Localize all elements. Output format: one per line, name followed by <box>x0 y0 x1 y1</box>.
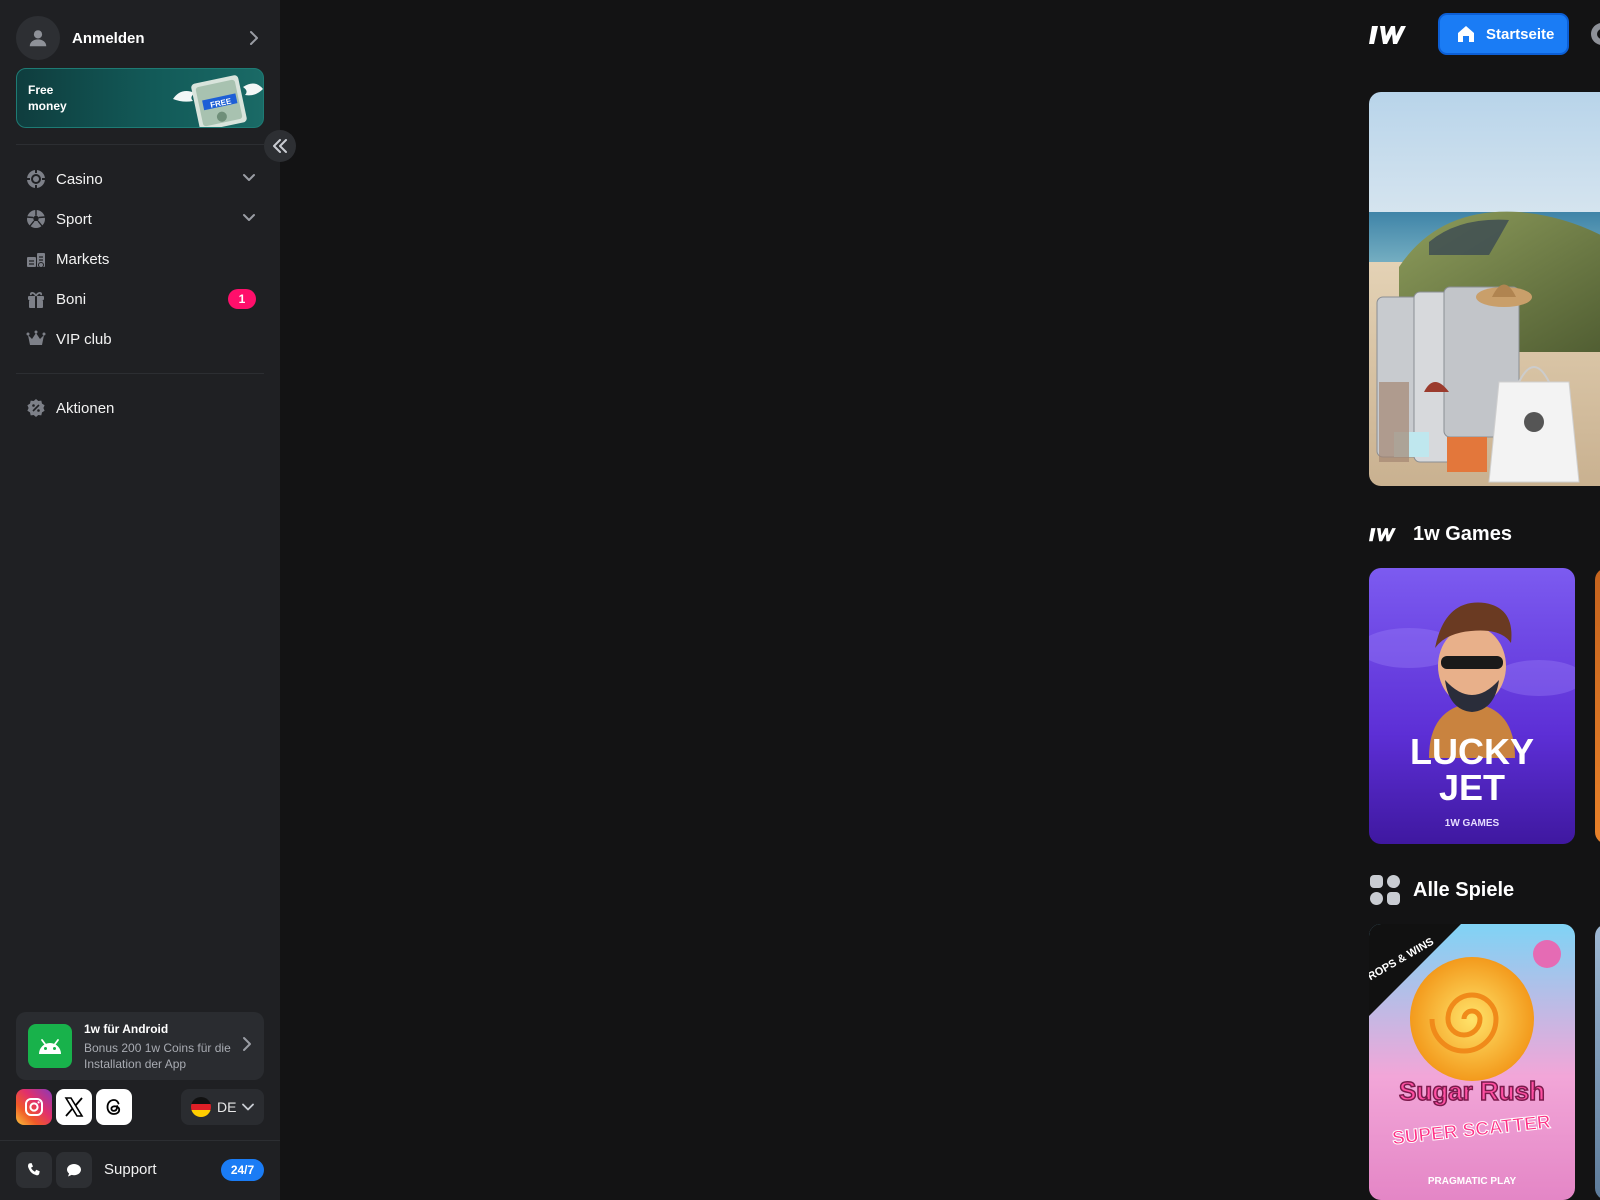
casino-chip-icon <box>25 168 47 190</box>
percent-badge-icon <box>25 397 47 419</box>
sidebar-item-label: Boni <box>56 290 87 308</box>
divider <box>16 144 264 145</box>
crown-icon <box>25 328 47 350</box>
lucky-jet-artwork: LUCKY JET 1W GAMES <box>1369 568 1575 844</box>
sidebar-item-vip-club[interactable]: VIP club <box>16 319 264 359</box>
chevron-right-icon <box>244 28 264 48</box>
gear-icon[interactable] <box>1588 20 1600 48</box>
instagram-icon <box>25 1098 43 1116</box>
threads-logo-icon <box>106 1099 121 1115</box>
call-support-button[interactable] <box>16 1152 52 1188</box>
flying-money-icon: FREE <box>173 75 263 127</box>
divider <box>0 1140 280 1141</box>
phone-icon <box>28 1163 40 1176</box>
support-hours-badge: 24/7 <box>221 1159 264 1181</box>
section-all-games-title: Alle Spiele <box>1369 874 1514 906</box>
1w-logo-icon <box>1369 528 1396 542</box>
banner-car-luggage-image <box>1369 92 1600 486</box>
language-label: DE <box>217 1099 237 1115</box>
promo-carousel-banner[interactable] <box>1369 92 1600 486</box>
sidebar-item-label: Markets <box>56 250 110 268</box>
sidebar: Anmelden Free money FREE Casino Sport Ma… <box>0 0 296 1200</box>
collapse-sidebar-button[interactable] <box>264 130 296 162</box>
sidebar-item-markets[interactable]: Markets <box>16 239 264 279</box>
game-title-line2: JET <box>1439 767 1505 808</box>
chevron-down-icon <box>242 1098 254 1116</box>
sugar-rush-artwork: DROPS & WINS Sugar Rush SUPER SCATTER PR… <box>1369 924 1575 1200</box>
threads-link[interactable] <box>96 1089 132 1125</box>
app-card-subtitle: Bonus 200 1w Coins für die Installation … <box>84 1040 231 1071</box>
language-selector[interactable]: DE <box>181 1089 264 1125</box>
home-icon <box>1458 26 1474 42</box>
game-card-sugar-rush[interactable]: DROPS & WINS Sugar Rush SUPER SCATTER PR… <box>1369 924 1575 1200</box>
free-money-banner[interactable]: Free money FREE <box>16 68 264 128</box>
game-provider: PRAGMATIC PLAY <box>1428 1176 1517 1187</box>
support-label[interactable]: Support <box>104 1161 157 1178</box>
game-card-lucky-jet[interactable]: LUCKY JET 1W GAMES <box>1369 568 1575 844</box>
chevron-down-icon <box>242 210 256 228</box>
notification-badge: 1 <box>228 289 256 309</box>
instagram-link[interactable] <box>16 1089 52 1125</box>
home-tab-button[interactable]: Startseite <box>1438 13 1569 55</box>
game-card-peek[interactable] <box>1595 924 1600 1200</box>
x-twitter-link[interactable] <box>56 1089 92 1125</box>
sidebar-item-label: Casino <box>56 170 103 188</box>
markets-icon <box>25 248 47 270</box>
login-button[interactable]: Anmelden <box>16 16 264 60</box>
soccer-ball-icon <box>25 208 47 230</box>
sidebar-item-boni[interactable]: Boni 1 <box>16 279 264 319</box>
divider <box>16 373 264 374</box>
game-provider: 1W GAMES <box>1445 818 1500 829</box>
germany-flag-icon <box>191 1097 211 1117</box>
game-title-line1: Sugar Rush <box>1399 1076 1545 1106</box>
1w-logo[interactable] <box>1369 22 1413 46</box>
login-label: Anmelden <box>72 29 145 47</box>
x-logo-icon <box>64 1097 84 1117</box>
android-icon <box>28 1024 72 1068</box>
game-title-line1: LUCKY <box>1410 731 1534 772</box>
android-app-card[interactable]: 1w für Android Bonus 200 1w Coins für di… <box>16 1012 264 1080</box>
chat-support-button[interactable] <box>56 1152 92 1188</box>
game-card-peek[interactable] <box>1595 568 1600 844</box>
grid-apps-icon <box>1370 875 1400 905</box>
chat-bubble-icon <box>67 1164 81 1177</box>
chevron-down-icon <box>242 170 256 188</box>
sidebar-item-casino[interactable]: Casino <box>16 159 264 199</box>
sidebar-item-label: Sport <box>56 210 92 228</box>
sidebar-item-label: Aktionen <box>56 399 115 417</box>
sidebar-item-sport[interactable]: Sport <box>16 199 264 239</box>
sidebar-item-label: VIP club <box>56 330 112 348</box>
user-avatar-icon <box>16 16 60 60</box>
chevron-right-icon <box>242 1036 252 1057</box>
section-title-text: 1w Games <box>1413 522 1512 545</box>
gift-icon <box>25 288 47 310</box>
promo-label: Free money <box>28 83 67 113</box>
home-tab-label: Startseite <box>1486 25 1555 43</box>
double-chevron-left-icon <box>273 139 287 153</box>
section-1w-games-title: 1w Games <box>1369 518 1512 550</box>
sidebar-item-aktionen[interactable]: Aktionen <box>16 388 264 428</box>
section-title-text: Alle Spiele <box>1413 878 1515 901</box>
app-card-title: 1w für Android <box>84 1021 169 1036</box>
